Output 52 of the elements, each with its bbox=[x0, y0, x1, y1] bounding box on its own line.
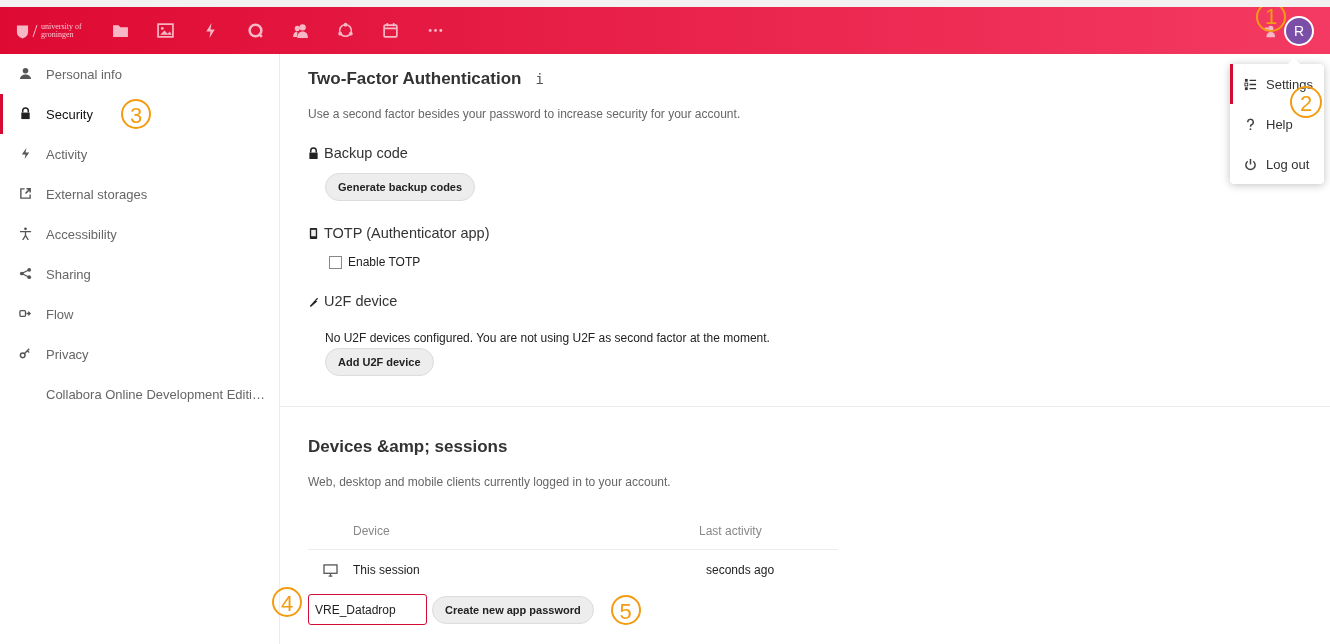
checkbox-label: Enable TOTP bbox=[348, 255, 421, 269]
section-title: Devices &amp; sessions bbox=[308, 437, 509, 457]
callout-number: 5 bbox=[610, 594, 641, 625]
power-icon bbox=[1244, 157, 1257, 171]
checkbox[interactable] bbox=[329, 255, 342, 269]
sidebar-item[interactable]: Sharing bbox=[0, 254, 279, 294]
phone-icon bbox=[308, 226, 319, 240]
table-cell-text: This session bbox=[353, 563, 421, 577]
sidebar-item[interactable]: Privacy bbox=[0, 334, 279, 374]
callout-number: 4 bbox=[272, 587, 302, 617]
section-description: Web, desktop and mobile clients currently logged in to your account. bbox=[308, 475, 672, 489]
app-name-field[interactable]: VRE_Datadrop bbox=[308, 594, 427, 625]
provider-title: U2F device bbox=[324, 293, 398, 309]
external-link-icon bbox=[19, 187, 32, 200]
sidebar-item[interactable]: Personal info bbox=[0, 54, 279, 94]
callout-number: 3 bbox=[121, 99, 151, 129]
crest-icon bbox=[16, 22, 29, 39]
person-icon bbox=[19, 67, 32, 80]
column-header: Device bbox=[353, 524, 391, 538]
key-icon bbox=[19, 347, 32, 360]
provider-title: Backup code bbox=[324, 145, 408, 161]
sidebar-item[interactable]: External storages bbox=[0, 174, 279, 214]
sidebar-item[interactable]: Flow bbox=[0, 294, 279, 334]
sidebar-item[interactable]: Security 3 bbox=[0, 94, 279, 134]
provider-button[interactable]: Add U2F device bbox=[325, 348, 434, 376]
provider-description: No U2F devices configured. You are not using U2F as second factor at the moment. bbox=[325, 331, 771, 345]
lightning-icon bbox=[19, 147, 32, 160]
flow-icon bbox=[19, 307, 32, 320]
question-icon bbox=[1244, 117, 1257, 131]
provider-button[interactable]: Generate backup codes bbox=[325, 173, 476, 201]
monitor-icon bbox=[323, 563, 338, 577]
sidebar-item[interactable]: Accessibility bbox=[0, 214, 279, 254]
user-avatar[interactable]: R bbox=[1284, 15, 1314, 46]
contacts-icon[interactable] bbox=[1262, 23, 1276, 38]
slash-icon bbox=[32, 23, 38, 38]
share-icon bbox=[19, 267, 32, 280]
university-logo[interactable]: university of groningen bbox=[16, 22, 96, 39]
table-cell-text: seconds ago bbox=[705, 563, 775, 577]
section-title: Two-Factor Authentication bbox=[308, 69, 522, 89]
info-icon[interactable]: i bbox=[535, 71, 544, 87]
column-header: Last activity bbox=[699, 524, 762, 538]
create-app-password-button[interactable]: Create new app password bbox=[432, 595, 594, 624]
provider-title: TOTP (Authenticator app) bbox=[324, 225, 490, 241]
list-icon bbox=[1244, 77, 1257, 91]
lock-icon bbox=[308, 146, 319, 160]
logo-text: university of groningen bbox=[41, 22, 82, 39]
sidebar-item[interactable]: Collabora Online Development Editi… bbox=[0, 374, 279, 414]
sidebar-item[interactable]: Activity bbox=[0, 134, 279, 174]
accessibility-icon bbox=[19, 227, 32, 240]
menu-item[interactable]: Log out bbox=[1230, 144, 1324, 184]
section-description: Use a second factor besides your password to increase security for your account. bbox=[308, 107, 742, 121]
lock-icon bbox=[19, 107, 32, 120]
